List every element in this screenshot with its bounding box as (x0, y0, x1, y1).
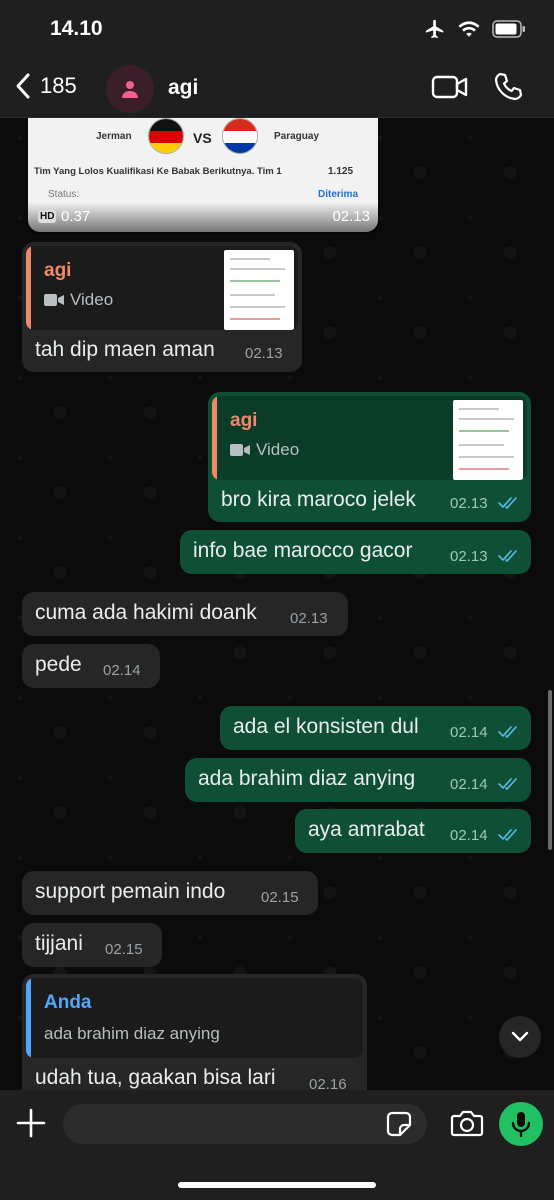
video-icon (230, 444, 250, 456)
status-value: Diterima (318, 189, 359, 200)
quote-type: Video (44, 290, 113, 310)
quote-bar (26, 978, 31, 1058)
quote-bar (26, 246, 31, 330)
image-meta-overlay: HD 0.37 02.13 (26, 202, 380, 234)
input-bar (0, 1090, 554, 1200)
message-time: 02.14 (450, 776, 488, 793)
status-icons (424, 18, 526, 40)
bet-title: Tim Yang Lolos Kualifikasi Ke Babak Beri… (34, 166, 282, 177)
status-label: Status: (48, 189, 80, 200)
read-ticks-icon (498, 829, 517, 842)
quote-author: Anda (44, 992, 92, 1013)
sticker-button[interactable] (386, 1111, 412, 1142)
message-text: bro kira maroco jelek (221, 488, 416, 511)
message-text: info bae marocco gacor (193, 539, 413, 562)
message-text: support pemain indo (35, 880, 226, 903)
message-outgoing[interactable]: aya amrabat 02.14 (295, 809, 531, 853)
vs-label: VS (193, 130, 212, 146)
avatar[interactable] (106, 65, 154, 113)
message-text: udah tua, gaakan bisa lari (35, 1066, 276, 1089)
message-time: 02.13 (450, 548, 488, 565)
message-incoming[interactable]: support pemain indo 02.15 (22, 871, 318, 915)
airplane-mode-icon (425, 19, 444, 39)
contact-name[interactable]: agi (168, 76, 198, 100)
read-ticks-icon (498, 778, 517, 791)
camera-button[interactable] (450, 1109, 484, 1142)
chevron-down-icon (511, 1031, 529, 1042)
camera-icon (450, 1110, 484, 1137)
team-left: Jerman (96, 131, 132, 142)
message-time: 02.13 (290, 610, 328, 627)
hd-badge: HD (38, 210, 57, 223)
message-time: 02.14 (103, 662, 141, 679)
read-ticks-icon (498, 550, 517, 563)
quoted-message[interactable]: Anda ada brahim diaz anying (26, 978, 363, 1058)
attach-button[interactable] (16, 1108, 46, 1143)
message-text: tijjani (35, 932, 83, 955)
read-ticks-icon (498, 497, 517, 510)
germany-flag-icon (148, 118, 184, 154)
plus-icon (16, 1108, 46, 1138)
video-thumbnail (453, 400, 523, 480)
scroll-to-bottom-button[interactable] (499, 1016, 541, 1058)
home-indicator[interactable] (178, 1182, 376, 1188)
team-right: Paraguay (274, 131, 320, 142)
message-incoming[interactable]: pede 02.14 (22, 644, 160, 688)
message-outgoing[interactable]: ada brahim diaz anying 02.14 (185, 758, 531, 802)
message-text: tah dip maen aman (35, 338, 215, 361)
message-time: 02.15 (105, 941, 143, 958)
message-input[interactable] (63, 1104, 427, 1144)
voice-message-button[interactable] (499, 1102, 543, 1146)
chat-area[interactable]: Jerman VS Paraguay Tim Yang Lolos Kualif… (0, 118, 554, 1090)
person-icon (122, 81, 138, 98)
message-text: ada brahim diaz anying (198, 767, 416, 790)
message-outgoing[interactable]: agi Video bro kira maroco jelek 02.13 (208, 392, 531, 522)
quote-author: agi (230, 410, 258, 431)
message-text: cuma ada hakimi doank (35, 601, 257, 624)
video-thumbnail (224, 250, 294, 330)
message-time: 02.14 (450, 724, 488, 741)
message-incoming[interactable]: cuma ada hakimi doank 02.13 (22, 592, 348, 636)
message-incoming[interactable]: Anda ada brahim diaz anying udah tua, ga… (22, 974, 367, 1090)
message-text: aya amrabat (308, 818, 425, 841)
message-incoming[interactable]: agi Video tah dip maen aman 02.13 (22, 242, 302, 372)
quote-bar (212, 396, 217, 480)
microphone-icon (511, 1112, 531, 1137)
message-time: 02.13 (450, 495, 488, 512)
paraguay-flag-icon (222, 118, 258, 154)
quote-author: agi (44, 260, 72, 281)
phone-icon (494, 72, 523, 101)
read-ticks-icon (498, 726, 517, 739)
back-button[interactable]: 185 (14, 72, 77, 100)
video-call-button[interactable] (431, 73, 469, 106)
message-outgoing[interactable]: ada el konsisten dul 02.14 (220, 706, 531, 750)
chat-header: 185 agi (0, 58, 554, 118)
message-text: ada el konsisten dul (233, 715, 419, 738)
message-time: 02.13 (245, 345, 283, 362)
bet-odds: 1.125 (328, 166, 354, 177)
message-time: 02.16 (309, 1076, 347, 1090)
video-icon (44, 294, 64, 306)
message-time: 02.15 (261, 889, 299, 906)
unread-count: 185 (40, 73, 77, 98)
sticker-icon (386, 1111, 412, 1137)
wifi-icon (458, 21, 480, 37)
quote-text: ada brahim diaz anying (44, 1024, 220, 1043)
battery-icon (492, 20, 525, 38)
status-time: 14.10 (50, 17, 103, 40)
quoted-message[interactable]: agi Video (26, 246, 298, 330)
image-size: 0.37 (61, 208, 91, 225)
message-time: 02.14 (450, 827, 488, 844)
image-time: 02.13 (332, 208, 370, 225)
message-outgoing[interactable]: info bae marocco gacor 02.13 (180, 530, 531, 574)
video-camera-icon (431, 75, 468, 99)
scrollbar[interactable] (548, 690, 552, 850)
status-bar: 14.10 (0, 0, 554, 58)
quoted-message[interactable]: agi Video (212, 396, 527, 480)
chevron-left-icon (16, 73, 30, 99)
message-text: pede (35, 653, 82, 676)
voice-call-button[interactable] (492, 71, 524, 108)
message-incoming[interactable]: tijjani 02.15 (22, 923, 162, 967)
quote-type: Video (230, 440, 299, 460)
